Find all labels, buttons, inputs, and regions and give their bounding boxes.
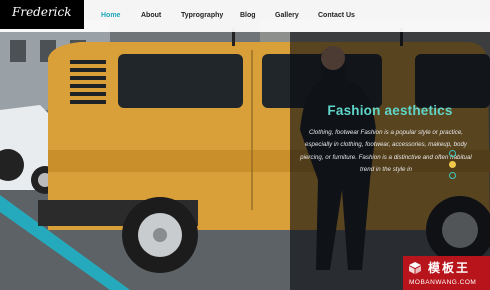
cube-logo-icon bbox=[409, 262, 421, 274]
nav-item-gallery[interactable]: Gallery bbox=[275, 12, 299, 19]
nav-item-blog[interactable]: Blog bbox=[240, 12, 256, 19]
nav-item-home[interactable]: Home bbox=[101, 12, 120, 19]
nav-item-typography[interactable]: Typrography bbox=[181, 12, 223, 19]
watermark-chinese-text: 模板王 bbox=[428, 261, 471, 275]
hero-caption-panel: Fashion aesthetics Clothing, footwear Fa… bbox=[290, 32, 490, 290]
nav-item-contact-us[interactable]: Contact Us bbox=[318, 12, 355, 19]
watermark-badge: 模板王 MOBANWANG.COM bbox=[403, 256, 490, 290]
site-logo[interactable]: Frederick bbox=[0, 0, 84, 29]
top-navigation-bar: Frederick Home About Typrography Blog Ga… bbox=[0, 0, 490, 32]
hero-description: Clothing, footwear Fashion is a popular … bbox=[300, 129, 472, 174]
slider-dot-2[interactable] bbox=[449, 161, 456, 168]
watermark-domain-text: MOBANWANG.COM bbox=[409, 279, 477, 286]
slider-dot-1[interactable] bbox=[449, 150, 456, 157]
nav-item-about[interactable]: About bbox=[141, 12, 161, 19]
hero-title: Fashion aesthetics bbox=[327, 103, 453, 118]
slider-dot-3[interactable] bbox=[449, 172, 456, 179]
